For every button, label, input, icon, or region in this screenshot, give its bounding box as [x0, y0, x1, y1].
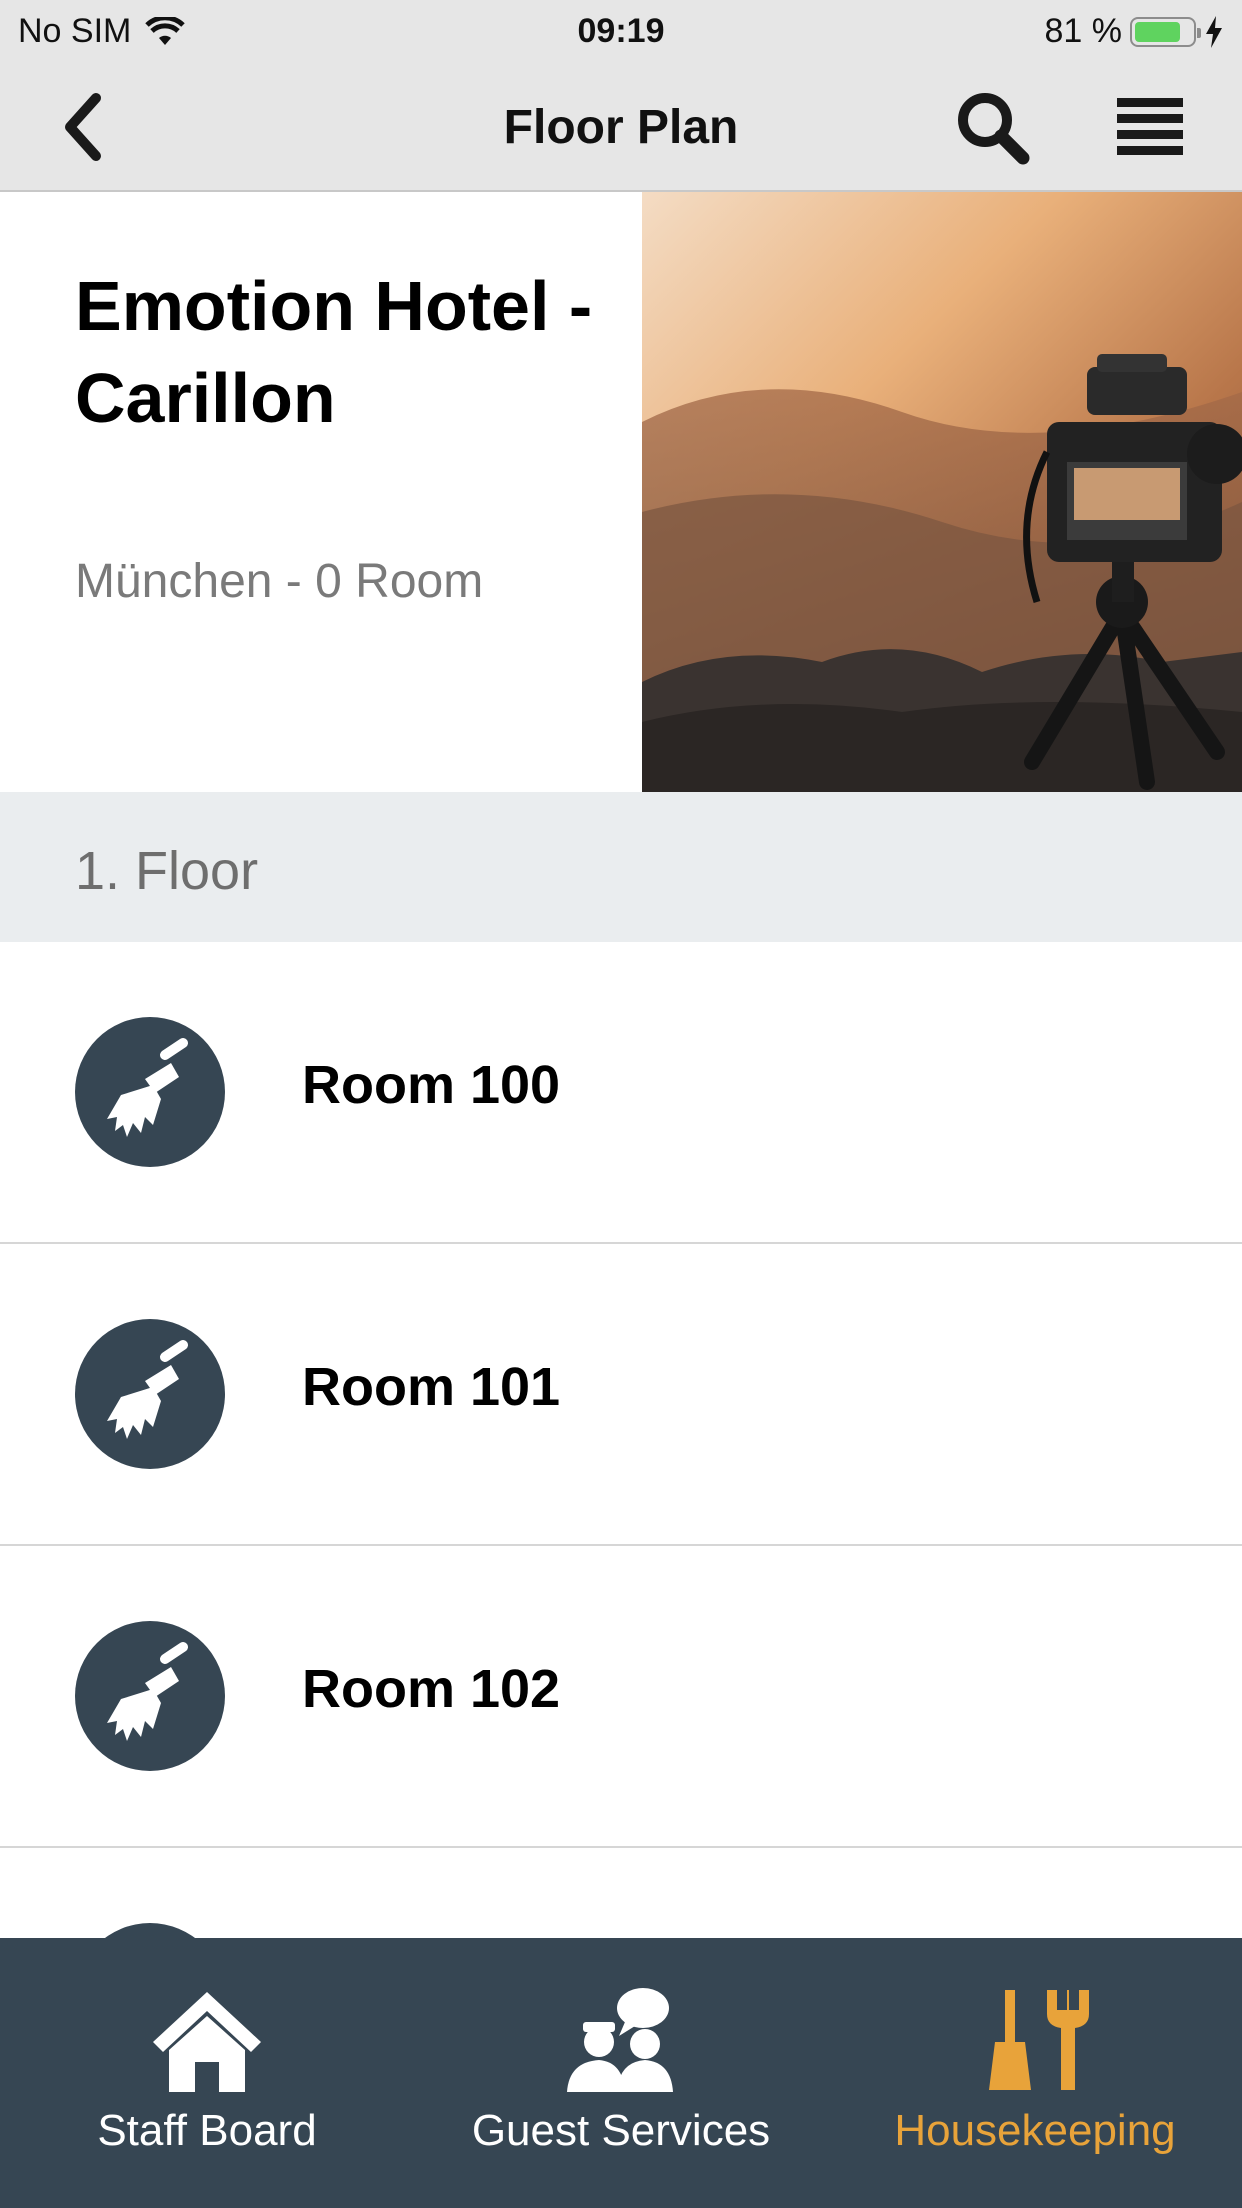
tab-label: Guest Services [471, 2106, 771, 2155]
guest-services-icon [414, 1986, 828, 2096]
broom-icon [75, 1621, 225, 1771]
floor-section-header: 1. Floor [0, 792, 1242, 942]
battery-percent: 81 % [1044, 12, 1123, 50]
page-title: Floor Plan [503, 101, 739, 154]
room-list: Room 100 Room 101 Room 102 [0, 942, 1242, 1938]
battery-group: 81 % [1045, 12, 1225, 51]
hotel-photo [642, 192, 1242, 792]
tab-label: Housekeeping [894, 2106, 1176, 2155]
room-row-partial[interactable] [0, 1848, 1242, 1938]
room-label: Room 102 [302, 1659, 561, 1719]
broom-icon [75, 1319, 225, 1469]
battery-icon [1130, 16, 1201, 47]
hotel-header: Emotion Hotel - Carillon München - 0 Roo… [0, 192, 1242, 792]
room-row-100[interactable]: Room 100 [0, 942, 1242, 1244]
charging-bolt-icon [1206, 15, 1222, 48]
menu-button[interactable] [1110, 87, 1190, 167]
tab-label: Staff Board [97, 2106, 317, 2155]
status-bar: No SIM 09:19 81 % [0, 0, 1242, 62]
battery-fill [1135, 21, 1181, 42]
tab-housekeeping[interactable]: Housekeeping [828, 1938, 1242, 2208]
room-label: Room 100 [302, 1055, 561, 1115]
search-icon [958, 93, 1030, 165]
housekeeping-icon [828, 1986, 1242, 2096]
hotel-name: Emotion Hotel - Carillon [75, 267, 593, 437]
broom-icon [75, 1923, 225, 1938]
room-row-102[interactable]: Room 102 [0, 1546, 1242, 1848]
broom-icon [75, 1017, 225, 1167]
tab-guest-services[interactable]: Guest Services [414, 1938, 828, 2208]
hotel-subtitle: München - 0 Room [75, 555, 484, 608]
tab-staff-board[interactable]: Staff Board [0, 1938, 414, 2208]
floor-label: 1. Floor [75, 841, 259, 901]
search-button[interactable] [952, 87, 1032, 167]
tab-bar: Staff Board Guest Services Housekeeping [0, 1938, 1242, 2208]
menu-icon [1117, 98, 1183, 155]
home-icon [0, 1986, 414, 2096]
camera-sunset-photo [642, 192, 1242, 792]
room-label: Room 101 [302, 1357, 561, 1417]
navigation-bar: Floor Plan [0, 62, 1242, 192]
room-row-101[interactable]: Room 101 [0, 1244, 1242, 1546]
